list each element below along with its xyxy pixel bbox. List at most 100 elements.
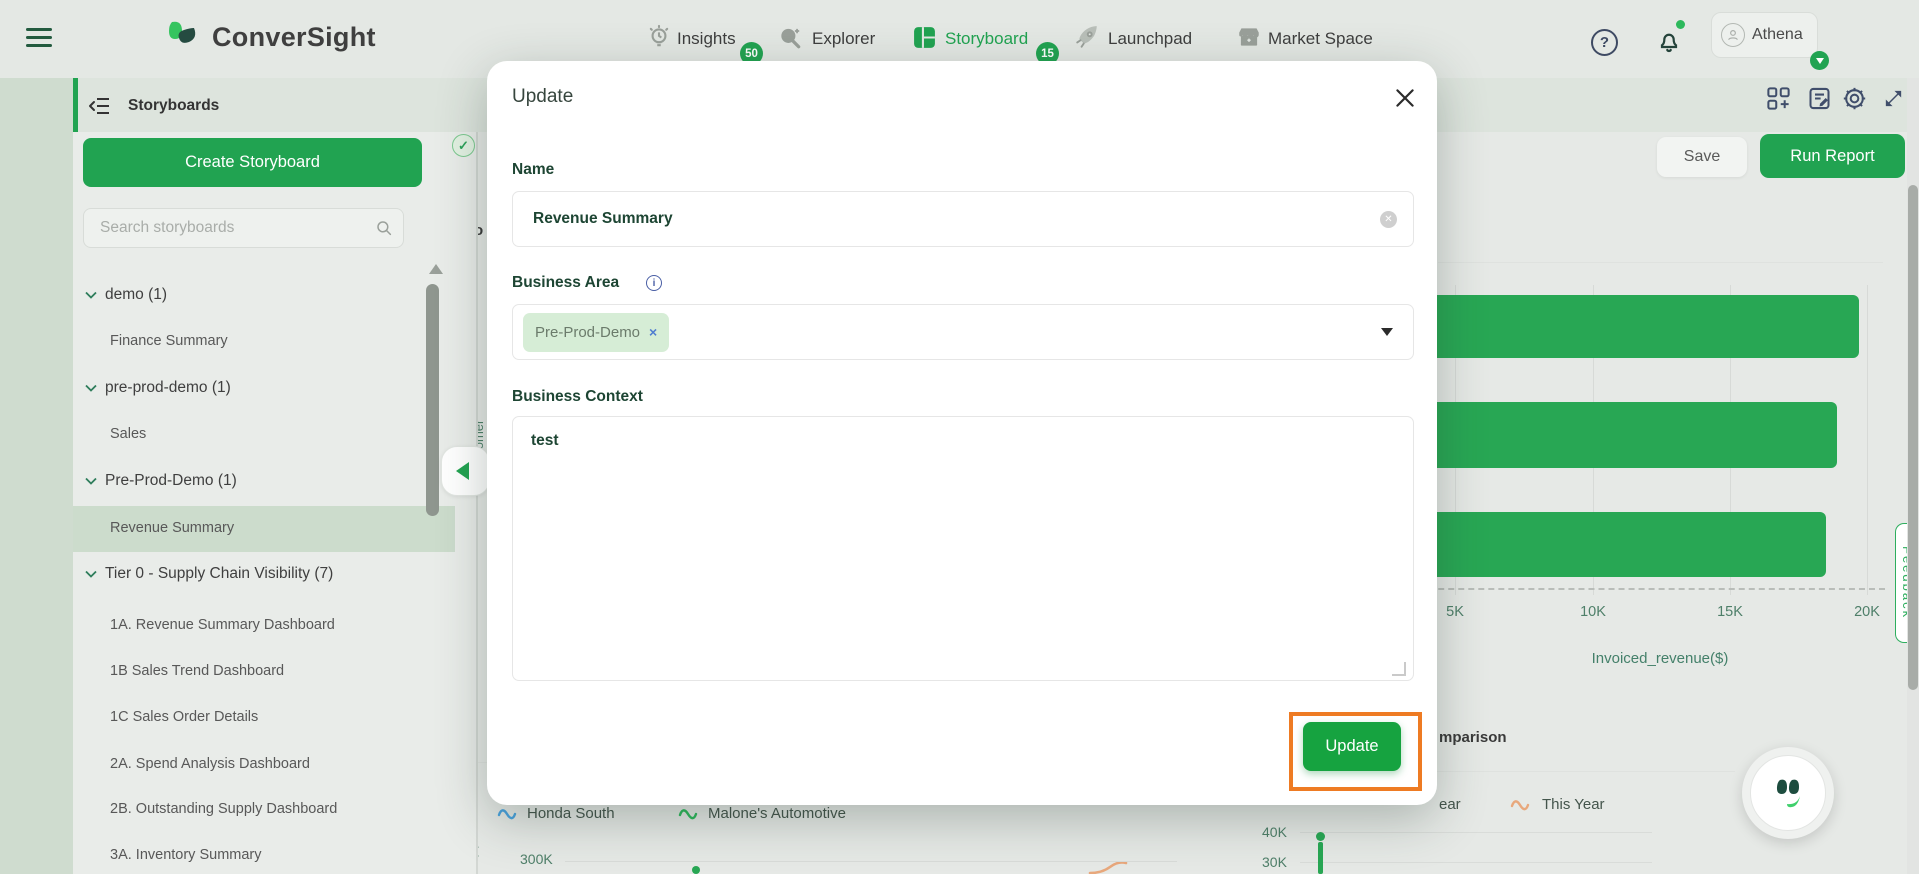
resize-handle-icon[interactable] [1392,662,1406,676]
legend-wave-icon [497,807,517,821]
chevron-down-icon [85,291,97,299]
storyboard-icon [912,25,937,50]
business-area-label: Business Area [512,274,619,292]
legend-last-year-fragment[interactable]: ear [1439,796,1461,813]
tree-group-tier0[interactable]: Tier 0 - Supply Chain Visibility (7) [85,565,333,583]
comparison-y-tick: 30K [1262,854,1287,870]
x-tick: 15K [1708,604,1752,620]
tree-item-revenue-summary[interactable]: Revenue Summary [110,520,234,536]
name-field: ✕ [512,191,1414,247]
legend-honda-south[interactable]: Honda South [527,805,615,822]
business-area-chip: Pre-Prod-Demo × [523,313,669,352]
clear-name-icon[interactable]: ✕ [1380,211,1397,228]
page-title: Storyboards [128,97,219,115]
tree-scroll-up-icon[interactable] [429,264,443,274]
tree-item-sales[interactable]: Sales [110,426,146,442]
business-context-field: test [512,416,1414,681]
update-button[interactable]: Update [1303,722,1401,771]
market-space-icon [1236,24,1262,50]
user-caret-icon[interactable] [1810,51,1829,70]
athena-assistant-button[interactable] [1750,755,1826,831]
business-area-select[interactable]: Pre-Prod-Demo × [512,304,1414,360]
x-tick: 10K [1571,604,1615,620]
trend-y-tick: 300K [520,851,553,867]
comparison-y-tick: 40K [1262,824,1287,840]
x-tick: 20K [1845,604,1889,620]
notifications-bell-icon[interactable] [1655,26,1683,54]
notes-icon[interactable] [1806,85,1833,112]
collapse-arrow-icon [456,462,469,480]
comparison-marker-dot [1316,832,1325,841]
status-check-icon: ✓ [452,134,475,157]
expand-icon[interactable] [1882,87,1905,110]
name-input[interactable] [531,209,1380,229]
tree-item-1c[interactable]: 1C Sales Order Details [110,709,258,725]
tree-item-2a[interactable]: 2A. Spend Analysis Dashboard [110,756,310,772]
tree-item-2b[interactable]: 2B. Outstanding Supply Dashboard [110,801,337,817]
search-icon[interactable] [375,219,393,237]
active-section-accent [73,78,78,132]
tree-group-pre-prod-demo-lc[interactable]: pre-prod-demo (1) [85,379,231,397]
user-menu[interactable]: Athena [1711,12,1818,58]
comparison-marker-line [1318,842,1323,874]
legend-this-year[interactable]: This Year [1542,796,1605,813]
page-scrollbar-thumb[interactable] [1908,185,1918,690]
launchpad-icon [1074,24,1100,50]
save-button[interactable]: Save [1657,137,1747,177]
dropdown-caret-icon [1381,328,1393,336]
trend-line-fragment [1088,862,1128,874]
explorer-icon [777,24,803,50]
nav-insights[interactable]: Insights [677,29,736,49]
brand-name: ConverSight [212,22,376,53]
legend-wave-icon [678,807,698,821]
add-widget-icon[interactable] [1765,85,1792,112]
info-icon[interactable]: i [646,275,662,291]
comparison-title-fragment: mparison [1439,729,1507,746]
search-input[interactable] [98,218,375,238]
nav-explorer[interactable]: Explorer [812,29,875,49]
tree-group-demo[interactable]: demo (1) [85,286,167,304]
x-tick: 5K [1433,604,1477,620]
user-name: Athena [1752,26,1803,44]
conversight-logo-icon [160,16,206,62]
legend-malones-automotive[interactable]: Malone's Automotive [708,805,846,822]
create-storyboard-button[interactable]: Create Storyboard [83,138,422,187]
tree-item-finance-summary[interactable]: Finance Summary [110,333,228,349]
conversight-app: ConverSight Insights 50 Explorer Storybo… [0,0,1919,874]
nav-storyboard[interactable]: Storyboard [945,29,1028,49]
business-context-textarea[interactable]: test [513,417,1413,680]
notification-dot [1676,20,1685,29]
modal-title: Update [512,86,573,108]
legend-wave-icon [1510,798,1530,812]
business-context-label: Business Context [512,388,643,406]
chevron-down-icon [85,477,97,485]
gridline [1300,862,1652,863]
tree-item-1a[interactable]: 1A. Revenue Summary Dashboard [110,617,335,633]
nav-launchpad[interactable]: Launchpad [1108,29,1192,49]
hamburger-menu-icon[interactable] [26,28,52,48]
x-axis-title: Invoiced_revenue($) [1490,650,1830,667]
left-icon-rail [0,78,73,874]
gridline [1300,832,1652,833]
tree-item-1b[interactable]: 1B Sales Trend Dashboard [110,663,284,679]
athena-logo-icon [1767,772,1809,814]
gridline [565,861,1177,862]
insights-icon [645,23,673,51]
tree-scrollbar-thumb[interactable] [426,284,439,516]
chevron-down-icon [85,570,97,578]
chevron-down-icon [85,384,97,392]
collapse-panel-icon[interactable] [88,94,112,118]
tree-group-pre-prod-demo[interactable]: Pre-Prod-Demo (1) [85,472,237,490]
help-icon[interactable]: ? [1591,29,1618,56]
chip-remove-icon[interactable]: × [649,324,657,340]
storyboard-search [83,208,404,248]
avatar-icon [1721,23,1745,47]
sidebar-divider [476,132,478,874]
settings-gear-icon[interactable] [1841,85,1868,112]
run-report-button[interactable]: Run Report [1760,134,1905,178]
name-label: Name [512,161,554,179]
data-point [692,866,700,874]
close-icon[interactable] [1392,85,1418,111]
nav-market-space[interactable]: Market Space [1268,29,1373,49]
tree-item-3a[interactable]: 3A. Inventory Summary [110,847,262,863]
